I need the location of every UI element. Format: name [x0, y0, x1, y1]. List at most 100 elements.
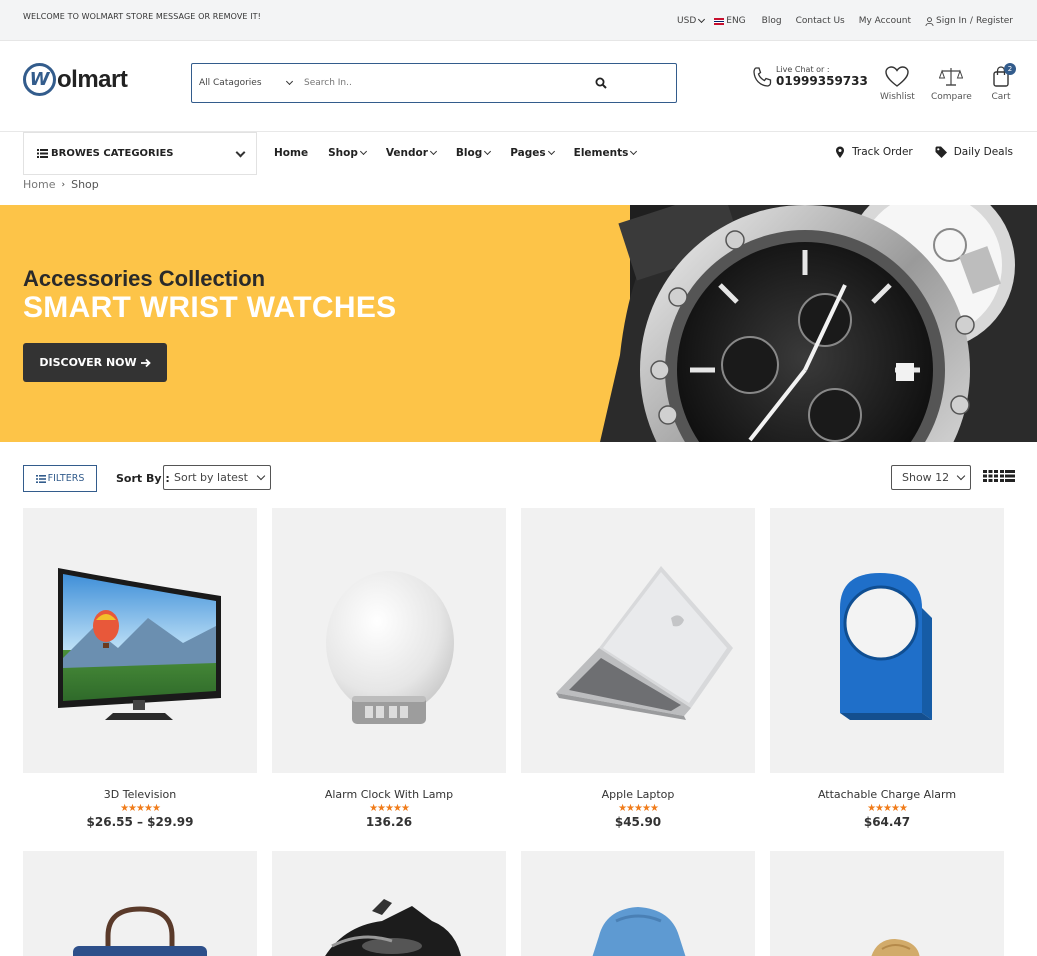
- television-image: [58, 568, 221, 720]
- grid-view-icon[interactable]: [983, 470, 998, 482]
- cart-label: Cart: [991, 92, 1011, 102]
- product-card[interactable]: Alarm Clock With Lamp ★★★★★ 136.26: [272, 508, 506, 829]
- product-card[interactable]: 3D Television ★★★★★ $26.55 – $29.99: [23, 508, 257, 829]
- product-image-tv[interactable]: [23, 508, 257, 773]
- watch-image: [600, 205, 1037, 442]
- product-card[interactable]: Apple Laptop ★★★★★ $45.90: [521, 508, 755, 829]
- top-bar: WELCOME TO WOLMART STORE MESSAGE OR REMO…: [0, 0, 1037, 41]
- list-icon: [35, 474, 46, 483]
- product-image-accessory[interactable]: [770, 851, 1004, 956]
- backpack-image: [592, 907, 686, 956]
- breadcrumb: Home › Shop: [23, 178, 99, 191]
- tag-icon: [935, 146, 947, 158]
- menu-item-home[interactable]: Home: [274, 147, 308, 159]
- main-menu: Home Shop Vendor Blog Pages Elements: [274, 147, 656, 159]
- chevron-down-icon: [359, 147, 367, 156]
- uk-flag-icon: [714, 17, 725, 25]
- discover-now-button[interactable]: DISCOVER NOW: [23, 343, 167, 382]
- product-card[interactable]: [521, 851, 755, 956]
- menu-item-elements[interactable]: Elements: [574, 147, 638, 159]
- chevron-down-icon: [429, 147, 437, 156]
- product-image-bag[interactable]: [23, 851, 257, 956]
- show-count-value: Show 12: [902, 471, 950, 484]
- chevron-down-icon: [547, 147, 555, 156]
- menu-item-pages[interactable]: Pages: [510, 147, 555, 159]
- welcome-message: WELCOME TO WOLMART STORE MESSAGE OR REMO…: [23, 12, 261, 21]
- product-card[interactable]: [272, 851, 506, 956]
- logo-mark: W: [23, 63, 56, 96]
- daily-deals-label: Daily Deals: [953, 146, 1013, 158]
- blog-link[interactable]: Blog: [762, 16, 782, 26]
- star-rating: ★★★★★: [618, 803, 659, 814]
- track-order-label: Track Order: [852, 146, 913, 158]
- sort-select[interactable]: Sort by latest: [163, 465, 271, 490]
- product-image-backpack[interactable]: [521, 851, 755, 956]
- search-icon: [595, 77, 607, 89]
- divider-slash: /: [969, 16, 973, 26]
- product-name[interactable]: Attachable Charge Alarm: [770, 788, 1004, 801]
- daily-deals-link[interactable]: Daily Deals: [935, 146, 1013, 158]
- register-link[interactable]: Register: [976, 16, 1013, 26]
- discover-now-label: DISCOVER NOW: [39, 356, 137, 369]
- track-order-link[interactable]: Track Order: [835, 146, 913, 158]
- lamp-clock-image: [326, 571, 454, 724]
- browse-categories-dropdown[interactable]: BROWES CATEGORIES: [23, 132, 257, 175]
- chevron-down-icon: [484, 147, 492, 156]
- charge-alarm-image: [840, 573, 932, 720]
- wishlist-label: Wishlist: [880, 92, 915, 102]
- show-count-select[interactable]: Show 12: [891, 465, 971, 490]
- list-view-icon[interactable]: [1000, 470, 1015, 482]
- compare-button[interactable]: Compare: [931, 66, 972, 102]
- banner-subtitle: Accessories Collection: [23, 266, 266, 291]
- product-card[interactable]: Attachable Charge Alarm ★★★★★ $64.47: [770, 508, 1004, 829]
- product-name[interactable]: 3D Television: [23, 788, 257, 801]
- my-account-link[interactable]: My Account: [859, 16, 911, 26]
- gold-accessory-image: [871, 939, 920, 956]
- logo[interactable]: W olmart: [23, 63, 128, 96]
- view-mode-toggle: [983, 470, 1015, 482]
- language-selector[interactable]: ENG: [714, 16, 746, 26]
- chevron-down-icon: [285, 77, 294, 86]
- product-price: 136.26: [365, 815, 413, 829]
- menu-item-label: Vendor: [385, 147, 428, 159]
- laptop-image: [556, 566, 733, 720]
- currency-label: USD: [677, 16, 697, 26]
- product-price: $45.90: [614, 815, 662, 829]
- menu-item-label: Shop: [328, 147, 358, 159]
- header: W olmart All Catagories Live Chat or : 0…: [0, 41, 1037, 132]
- chevron-down-icon: [235, 147, 246, 157]
- live-chat[interactable]: Live Chat or : 01999359733: [752, 65, 868, 88]
- product-price: $64.47: [863, 815, 911, 829]
- search-input[interactable]: [300, 64, 586, 102]
- wishlist-button[interactable]: Wishlist: [880, 66, 915, 102]
- currency-selector[interactable]: USD: [677, 15, 706, 26]
- cart-button[interactable]: 2 Cart: [990, 63, 1016, 102]
- product-image-laptop[interactable]: [521, 508, 755, 773]
- menu-item-vendor[interactable]: Vendor: [385, 147, 437, 159]
- handbag-image: [73, 906, 207, 956]
- live-chat-label: Live Chat or :: [776, 65, 830, 74]
- breadcrumb-home[interactable]: Home: [23, 178, 55, 191]
- product-card[interactable]: [23, 851, 257, 956]
- arrow-right-icon: [140, 358, 151, 367]
- heart-icon: [885, 66, 910, 87]
- top-bar-links: USD ENG Blog Contact Us My Account Sign …: [663, 15, 1013, 26]
- filters-button[interactable]: FILTERS: [23, 465, 97, 492]
- phone-icon: [753, 66, 772, 87]
- product-image-charge-alarm[interactable]: [770, 508, 1004, 773]
- menu-item-shop[interactable]: Shop: [328, 147, 367, 159]
- star-rating: ★★★★★: [867, 803, 908, 814]
- contact-link[interactable]: Contact Us: [796, 16, 845, 26]
- product-name[interactable]: Apple Laptop: [521, 788, 755, 801]
- logo-text: olmart: [57, 65, 128, 93]
- product-card[interactable]: [770, 851, 1004, 956]
- search-button[interactable]: [586, 64, 616, 102]
- menu-item-blog[interactable]: Blog: [456, 147, 492, 159]
- search-bar: All Catagories: [191, 63, 677, 103]
- chevron-down-icon: [698, 15, 706, 24]
- product-image-lamp[interactable]: [272, 508, 506, 773]
- search-category-select[interactable]: All Catagories: [192, 64, 300, 102]
- product-image-motorcycle[interactable]: [272, 851, 506, 956]
- product-name[interactable]: Alarm Clock With Lamp: [272, 788, 506, 801]
- signin-link[interactable]: Sign In: [936, 16, 967, 26]
